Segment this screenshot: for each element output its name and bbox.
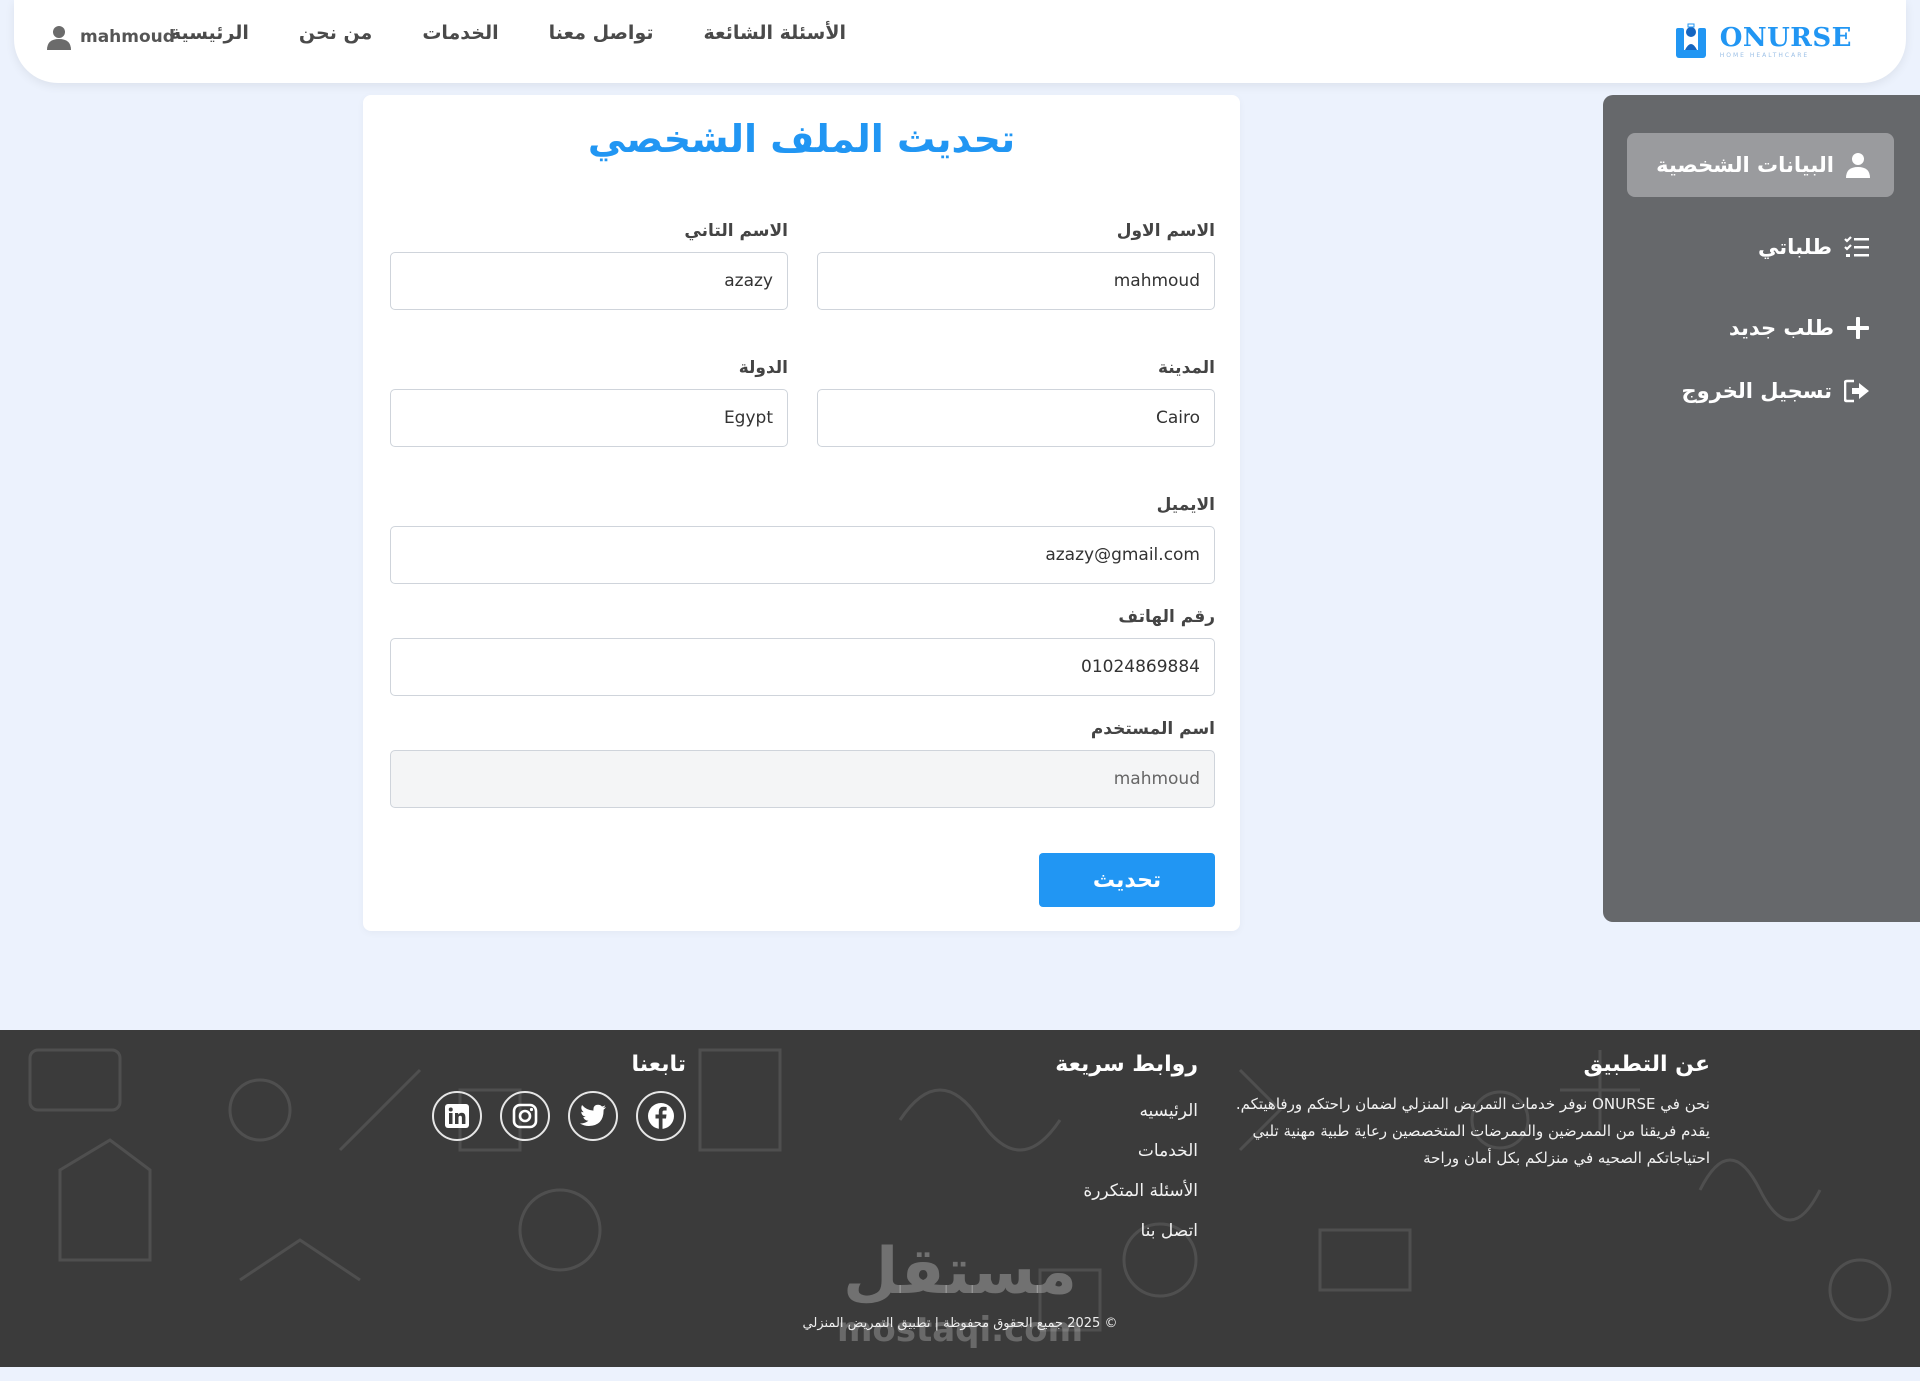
footer-link-services[interactable]: الخدمات (978, 1131, 1198, 1171)
instagram-icon (512, 1103, 538, 1129)
logo-wordmark: ONURSE (1719, 23, 1852, 53)
nurse-logo-icon (1675, 23, 1706, 58)
country-input[interactable] (390, 389, 788, 447)
footer-about: عن التطبيق نحن في ONURSE نوفر خدمات التم… (1230, 1052, 1710, 1172)
user-icon (1846, 153, 1870, 178)
city-group: المدينة (817, 357, 1215, 447)
sidebar-item-label: طلب جديد (1728, 316, 1834, 340)
sidebar-item-label: طلباتي (1758, 235, 1832, 259)
phone-input[interactable] (390, 638, 1215, 696)
nav-contact[interactable]: تواصل معنا (549, 22, 654, 50)
first-name-label: الاسم الاول (1116, 221, 1215, 241)
username-input (390, 750, 1215, 808)
second-name-input[interactable] (390, 252, 788, 310)
instagram-link[interactable] (500, 1091, 550, 1141)
footer-about-title: عن التطبيق (1583, 1052, 1711, 1077)
watermark: مستقل (842, 1235, 1078, 1309)
nav-about[interactable]: من نحن (299, 22, 372, 50)
logo[interactable]: ONURSE HOME HEALTHCARE (1672, 20, 1852, 64)
copyright: © 2025 جميع الحقوق محفوظة | تطبيق التمري… (802, 1316, 1118, 1331)
nav-services[interactable]: الخدمات (422, 22, 498, 50)
twitter-link[interactable] (568, 1091, 618, 1141)
first-name-input[interactable] (817, 252, 1215, 310)
first-name-group: الاسم الاول (817, 220, 1215, 310)
sidebar-item-new-request[interactable]: طلب جديد (1705, 296, 1894, 360)
phone-label: رقم الهاتف (1118, 607, 1215, 627)
nav-home[interactable]: الرئيسية (170, 22, 249, 50)
nav-faq[interactable]: الأسئلة الشائعة (704, 22, 847, 50)
city-label: المدينة (1157, 358, 1215, 378)
linkedin-icon (445, 1104, 469, 1128)
sidebar-item-label: تسجيل الخروج (1681, 379, 1833, 403)
username-label: اسم المستخدم (1090, 719, 1215, 739)
footer-links: روابط سريعة الرئيسيه الخدمات الأسئلة الم… (978, 1052, 1198, 1251)
phone-group: رقم الهاتف (390, 606, 1215, 696)
social-links (386, 1091, 686, 1141)
footer-link-home[interactable]: الرئيسيه (978, 1091, 1198, 1131)
facebook-icon (648, 1103, 674, 1129)
username-group: اسم المستخدم (390, 718, 1215, 808)
country-label: الدولة (738, 358, 788, 378)
list-check-icon (1844, 236, 1869, 257)
user-name: mahmoud (80, 27, 175, 47)
facebook-link[interactable] (636, 1091, 686, 1141)
main-nav: الرئيسية من نحن الخدمات تواصل معنا الأسئ… (170, 22, 846, 50)
top-header: ONURSE HOME HEALTHCARE الرئيسية من نحن ا… (14, 0, 1906, 83)
update-button[interactable]: تحديث (1039, 853, 1215, 907)
email-group: الايميل (390, 494, 1215, 584)
sidebar-item-logout[interactable]: تسجيل الخروج (1658, 359, 1895, 423)
user-menu[interactable]: mahmoud (46, 20, 175, 54)
user-icon (47, 26, 71, 50)
footer: عن التطبيق نحن في ONURSE نوفر خدمات التم… (0, 1030, 1920, 1367)
email-label: الايميل (1156, 495, 1215, 515)
sidebar-item-label: البيانات الشخصية (1656, 153, 1834, 177)
footer-follow: تابعنا (386, 1052, 686, 1141)
logo-tagline: HOME HEALTHCARE (1719, 52, 1810, 59)
footer-link-faq[interactable]: الأسئلة المتكررة (978, 1171, 1198, 1211)
sidebar-item-personal-info[interactable]: البيانات الشخصية (1627, 133, 1894, 197)
email-input[interactable] (390, 526, 1215, 584)
profile-card: تحديث الملف الشخصي الاسم الاول الاسم الت… (363, 95, 1240, 931)
footer-about-text: نحن في ONURSE نوفر خدمات التمريض المنزلي… (1235, 1095, 1710, 1167)
sidebar: البيانات الشخصية طلباتي طلب جديد تسجيل ا… (1603, 95, 1920, 922)
footer-links-title: روابط سريعة (1055, 1052, 1198, 1077)
page-title: تحديث الملف الشخصي (587, 117, 1016, 161)
twitter-icon (579, 1104, 606, 1126)
plus-icon (1847, 317, 1869, 339)
sidebar-item-my-requests[interactable]: طلباتي (1734, 215, 1894, 279)
linkedin-link[interactable] (432, 1091, 482, 1141)
country-group: الدولة (390, 357, 788, 447)
logout-icon (1844, 379, 1869, 403)
city-input[interactable] (817, 389, 1215, 447)
second-name-group: الاسم التاني (390, 220, 788, 310)
footer-follow-title: تابعنا (631, 1052, 686, 1077)
second-name-label: الاسم التاني (684, 221, 788, 241)
